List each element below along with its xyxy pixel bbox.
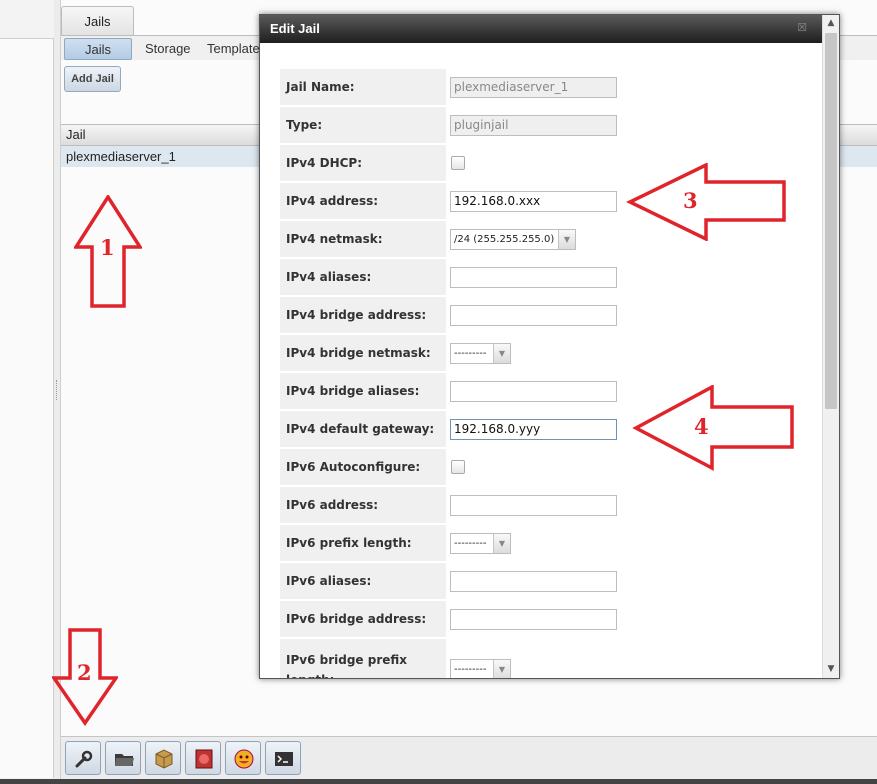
annotation-label-2: 2 xyxy=(77,660,92,685)
subtab-jails[interactable]: Jails xyxy=(64,38,132,60)
field-label: IPv4 aliases: xyxy=(280,259,446,295)
select-value: /24 (255.255.255.0) xyxy=(454,234,555,245)
left-panel xyxy=(0,38,54,778)
annotation-arrow-4 xyxy=(632,385,794,471)
ipv4-bridge-aliases-field[interactable] xyxy=(450,381,617,402)
select-value: --------- xyxy=(454,348,487,359)
field-label: IPv6 Autoconfigure: xyxy=(280,449,446,485)
field-label: IPv6 prefix length: xyxy=(280,525,446,561)
field-label: IPv6 address: xyxy=(280,487,446,523)
form-row-ipv6-bridge-address: IPv6 bridge address: xyxy=(280,600,820,638)
chevron-up-icon[interactable]: ▲ xyxy=(823,15,839,32)
ipv6-prefix-length-select[interactable]: --------- ▼ xyxy=(450,533,511,554)
ipv4-aliases-field[interactable] xyxy=(450,267,617,288)
dialog-scrollbar[interactable]: ▲ ▼ xyxy=(822,15,839,678)
annotation-label-3: 3 xyxy=(683,188,698,213)
field-label: IPv6 bridge address: xyxy=(280,601,446,637)
form-row-type: Type: pluginjail xyxy=(280,106,820,144)
chevron-down-icon[interactable]: ▼ xyxy=(558,230,575,249)
chevron-down-icon[interactable]: ▼ xyxy=(493,344,510,363)
ipv6-bridge-address-field[interactable] xyxy=(450,609,617,630)
wrench-icon xyxy=(75,750,93,768)
field-label: IPv4 bridge netmask: xyxy=(280,335,446,371)
bottom-toolbar xyxy=(61,736,877,784)
field-label: IPv4 bridge aliases: xyxy=(280,373,446,409)
chevron-down-icon[interactable]: ▼ xyxy=(493,534,510,553)
subtab-templates[interactable]: Templates xyxy=(207,38,266,60)
ipv4-bridge-address-field[interactable] xyxy=(450,305,617,326)
field-label: IPv6 bridge prefix length: xyxy=(280,639,446,678)
select-value: --------- xyxy=(454,538,487,549)
edit-jail-form: Jail Name: plexmediaserver_1 Type: plugi… xyxy=(280,68,820,678)
field-label: Jail Name: xyxy=(280,69,446,105)
field-label: IPv4 address: xyxy=(280,183,446,219)
select-value: --------- xyxy=(454,664,487,675)
annotation-label-4: 4 xyxy=(694,414,709,439)
status-bar xyxy=(0,779,877,784)
ipv4-bridge-netmask-select[interactable]: --------- ▼ xyxy=(450,343,511,364)
subtab-storage[interactable]: Storage xyxy=(145,38,191,60)
annotation-label-1: 1 xyxy=(100,235,115,260)
jail-name-field: plexmediaserver_1 xyxy=(450,77,617,98)
ipv4-default-gateway-field[interactable]: 192.168.0.yyy xyxy=(450,419,617,440)
field-label: IPv4 default gateway: xyxy=(280,411,446,447)
form-row-ipv6-bridge-prefix-length: IPv6 bridge prefix length: --------- ▼ xyxy=(280,638,820,678)
form-row-ipv6-aliases: IPv6 aliases: xyxy=(280,562,820,600)
field-label: IPv4 bridge address: xyxy=(280,297,446,333)
tab-jails-top[interactable]: Jails xyxy=(61,6,134,36)
ipv6-autoconfigure-checkbox[interactable] xyxy=(451,460,465,474)
form-row-ipv4-bridge-address: IPv4 bridge address: xyxy=(280,296,820,334)
ipv6-address-field[interactable] xyxy=(450,495,617,516)
mount-points-button[interactable] xyxy=(105,741,141,775)
chevron-down-icon[interactable]: ▼ xyxy=(823,661,839,678)
form-row-ipv4-aliases: IPv4 aliases: xyxy=(280,258,820,296)
stop-icon xyxy=(195,749,213,769)
field-label: IPv4 DHCP: xyxy=(280,145,446,181)
ipv4-dhcp-checkbox[interactable] xyxy=(451,156,465,170)
annotation-arrow-3 xyxy=(626,163,786,241)
stop-button[interactable] xyxy=(185,741,221,775)
folder-icon xyxy=(115,754,134,766)
wrench-button[interactable] xyxy=(65,741,101,775)
form-row-jail-name: Jail Name: plexmediaserver_1 xyxy=(280,68,820,106)
shell-button[interactable] xyxy=(265,741,301,775)
type-field: pluginjail xyxy=(450,115,617,136)
ipv4-address-field[interactable]: 192.168.0.xxx xyxy=(450,191,617,212)
dialog-title-text: Edit Jail xyxy=(270,21,320,36)
field-label: Type: xyxy=(280,107,446,143)
field-label: IPv4 netmask: xyxy=(280,221,446,257)
form-row-ipv6-prefix-length: IPv6 prefix length: --------- ▼ xyxy=(280,524,820,562)
form-row-ipv6-address: IPv6 address: xyxy=(280,486,820,524)
plugin-button[interactable] xyxy=(225,741,261,775)
ipv6-bridge-prefix-length-select[interactable]: --------- ▼ xyxy=(450,659,511,678)
chevron-down-icon[interactable]: ▼ xyxy=(493,660,510,678)
dialog-title: Edit Jail xyxy=(260,15,839,43)
packages-button[interactable] xyxy=(145,741,181,775)
ipv4-netmask-select[interactable]: /24 (255.255.255.0) ▼ xyxy=(450,229,576,250)
scrollbar-thumb[interactable] xyxy=(825,33,837,409)
ipv6-aliases-field[interactable] xyxy=(450,571,617,592)
close-icon[interactable]: ☒ xyxy=(795,21,809,35)
field-label: IPv6 aliases: xyxy=(280,563,446,599)
form-row-ipv4-bridge-netmask: IPv4 bridge netmask: --------- ▼ xyxy=(280,334,820,372)
splitter-grip[interactable] xyxy=(56,380,58,400)
plugin-icon xyxy=(234,749,254,769)
package-icon xyxy=(155,749,173,769)
shell-icon xyxy=(275,752,293,766)
add-jail-button[interactable]: Add Jail xyxy=(64,66,121,92)
edit-jail-dialog: Edit Jail ☒ ▲ ▼ Jail Name: plexmediaserv… xyxy=(259,14,840,679)
